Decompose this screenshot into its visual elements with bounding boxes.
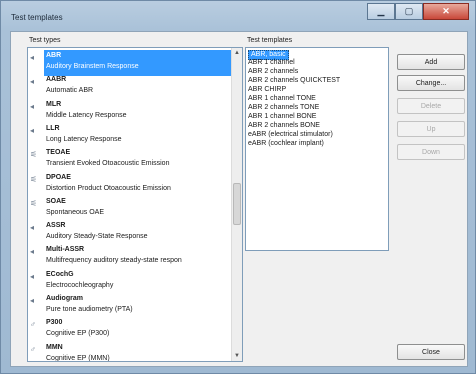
test-templates-list[interactable]: ABR, basic ABR 1 channel ABR 2 channels ABR… [245, 47, 389, 251]
ear-icon: ◂ [30, 77, 35, 87]
test-type-name: TEOAE [46, 149, 71, 157]
test-type-description: Cognitive EP (MMN) [46, 354, 110, 362]
maximize-icon: ▢ [404, 6, 414, 16]
template-item[interactable]: eABR (electrical stimulator) [248, 131, 333, 139]
test-type-description: Middle Latency Response [46, 111, 127, 119]
test-type-item[interactable]: ⚟ DPOAE Distortion Product Otoacoustic Emi… [28, 172, 232, 198]
brain-icon: ♂ [30, 344, 36, 354]
change-button[interactable]: Change... [397, 75, 465, 91]
ear-icon: ◂ [30, 296, 35, 305]
scrollbar-thumb[interactable] [233, 183, 241, 225]
ear-icon: ◂ [30, 247, 35, 257]
ear-icon: ◂ [30, 101, 35, 111]
minimize-button[interactable]: ▁ [367, 3, 395, 20]
scroll-down-icon[interactable]: ▼ [232, 351, 242, 361]
test-type-description: Multifrequency auditory steady-state res… [46, 257, 182, 265]
template-item[interactable]: ABR 1 channel [248, 59, 295, 67]
close-window-button[interactable]: ✕ [423, 3, 469, 20]
maximize-button[interactable]: ▢ [395, 3, 423, 20]
test-type-name: P300 [46, 319, 63, 327]
test-type-item[interactable]: ◂ ASSR Auditory Steady-State Response [28, 220, 232, 246]
test-type-description: Long Latency Response [46, 135, 122, 143]
ear-icon: ◂ [30, 271, 35, 281]
test-type-description: Distortion Product Otoacoustic Emission [46, 184, 171, 192]
test-types-label: Test types [29, 37, 61, 44]
template-item[interactable]: ABR 2 channels QUICKTEST [248, 77, 340, 85]
test-type-item[interactable]: ♂ P300 Cognitive EP (P300) [28, 317, 232, 343]
template-item[interactable]: ABR 2 channels BONE [248, 122, 320, 130]
title-bar[interactable]: Test templates ▁ ▢ ✕ [1, 1, 475, 31]
template-item[interactable]: eABR (cochlear implant) [248, 140, 324, 148]
test-type-item[interactable]: ◂ ECochG Electrocochleography [28, 269, 232, 295]
minimize-icon: ▁ [377, 6, 385, 16]
add-button[interactable]: Add [397, 54, 465, 70]
test-type-name: AABR [46, 76, 67, 84]
test-type-description: Pure tone audiometry (PTA) [46, 306, 133, 313]
down-button[interactable]: Down [397, 144, 465, 160]
template-item[interactable]: ABR CHIRP [248, 86, 286, 94]
probe-icon: ⚟ [30, 198, 38, 208]
probe-icon: ⚟ [30, 174, 38, 184]
close-button[interactable]: Close [397, 344, 465, 360]
brain-icon: ♂ [30, 320, 36, 330]
test-templates-window: Test templates ▁ ▢ ✕ Test types Test tem… [0, 0, 476, 374]
test-type-name: LLR [46, 124, 60, 132]
window-title: Test templates [11, 13, 63, 22]
test-type-name: MLR [46, 100, 62, 108]
template-item[interactable]: ABR 2 channels [248, 68, 298, 76]
test-type-name: Audiogram [46, 295, 83, 302]
window-controls: ▁ ▢ ✕ [367, 3, 469, 20]
test-type-name: MMN [46, 343, 63, 351]
test-type-name: ABR [45, 51, 63, 60]
test-type-item[interactable]: ◂ ABR Auditory Brainstem Response [28, 50, 232, 76]
up-button[interactable]: Up [397, 121, 465, 137]
close-icon: ✕ [442, 6, 450, 16]
test-type-name: ASSR [46, 222, 66, 230]
test-type-item[interactable]: ◂ Audiogram Pure tone audiometry (PTA) [28, 293, 232, 319]
ear-icon: ◂ [30, 223, 35, 233]
test-type-name: DPOAE [46, 173, 71, 181]
template-item[interactable]: ABR 2 channels TONE [248, 104, 319, 112]
test-type-description: Electrocochleography [46, 281, 114, 289]
ear-icon: ◂ [30, 53, 35, 62]
test-type-description: Cognitive EP (P300) [46, 330, 110, 338]
types-scrollbar[interactable]: ▲ ▼ [231, 48, 242, 361]
test-type-name: ECochG [46, 270, 74, 278]
template-item[interactable]: ABR 1 channel BONE [248, 113, 316, 121]
delete-button[interactable]: Delete [397, 98, 465, 114]
test-type-item[interactable]: ⚟ TEOAE Transient Evoked Otoacoustic Emiss… [28, 147, 232, 173]
test-type-description: Transient Evoked Otoacoustic Emission [46, 160, 170, 168]
ear-icon: ◂ [30, 125, 35, 135]
probe-icon: ⚟ [30, 150, 38, 160]
scroll-up-icon[interactable]: ▲ [232, 48, 242, 58]
test-type-item[interactable]: ◂ Multi-ASSR Multifrequency auditory stead… [28, 244, 232, 270]
test-type-description: Auditory Steady-State Response [46, 233, 148, 241]
test-type-description: Auditory Brainstem Response [45, 62, 140, 71]
template-item[interactable]: ABR 1 channel TONE [248, 95, 316, 103]
test-type-item[interactable]: ◂ AABR Automatic ABR [28, 74, 232, 100]
test-type-description: Spontaneous OAE [46, 208, 104, 216]
test-type-name: Multi-ASSR [46, 246, 85, 254]
test-type-description: Automatic ABR [46, 87, 94, 95]
dialog-client-area: Test types Test templates ♂ MMN Cognitive … [10, 31, 468, 367]
test-templates-label: Test templates [247, 37, 293, 44]
test-type-item[interactable]: ◂ LLR Long Latency Response [28, 123, 232, 149]
test-type-item[interactable]: ◂ MLR Middle Latency Response [28, 99, 232, 125]
test-type-item[interactable]: ♂ MMN Cognitive EP (MMN) [28, 342, 232, 362]
test-type-name: SOAE [46, 197, 66, 205]
test-types-list[interactable]: ♂ MMN Cognitive EP (MMN) ♂ P300 Cognitive EP … [27, 47, 243, 362]
test-type-item[interactable]: ⚟ SOAE Spontaneous OAE [28, 196, 232, 222]
